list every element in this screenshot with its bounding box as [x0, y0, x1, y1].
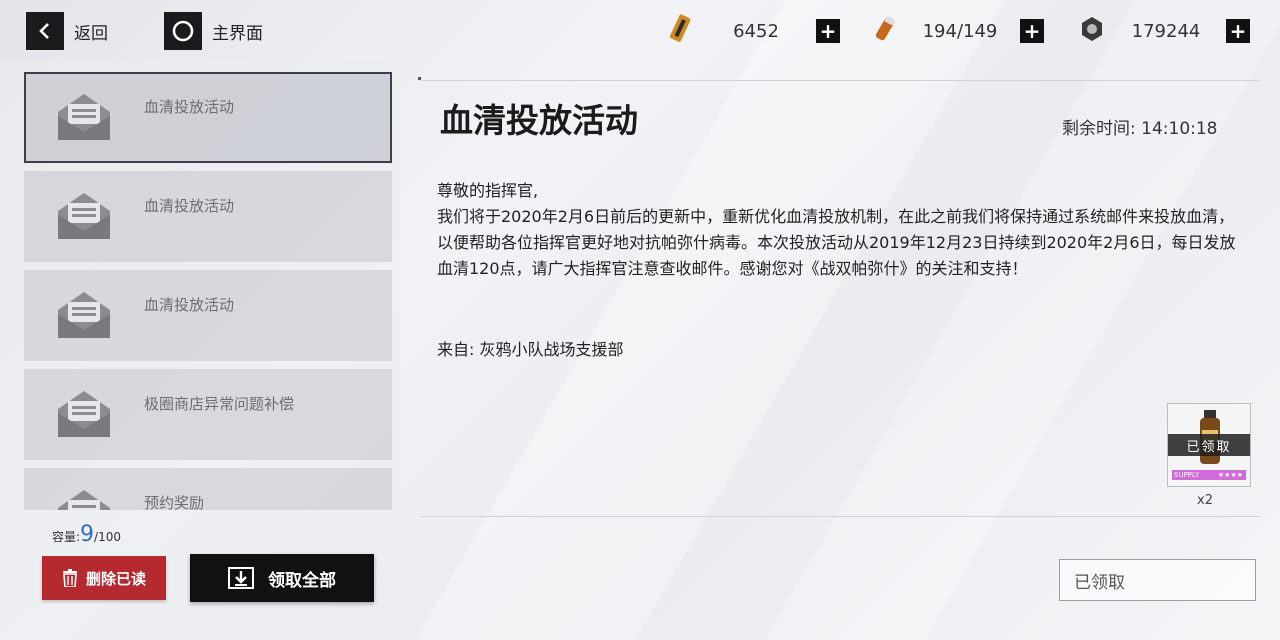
mail-item[interactable]: 极圈商店异常问题补偿	[24, 369, 392, 460]
capacity-count: 9	[80, 522, 95, 547]
ticket-icon	[668, 14, 696, 48]
envelope-open-icon	[56, 486, 112, 510]
mail-item-title: 血清投放活动	[144, 98, 235, 116]
mail-body: 尊敬的指挥官, 我们将于2020年2月6日前后的更新中，重新优化血清投放机制，在…	[437, 178, 1237, 282]
capacity-label: 容量:	[52, 530, 81, 544]
claim-all-label: 领取全部	[268, 570, 336, 591]
gear-coin-icon	[1078, 15, 1106, 47]
add-serum-button[interactable]: +	[1020, 19, 1044, 43]
divider-bottom	[420, 516, 1260, 517]
mail-item-title: 血清投放活动	[144, 296, 235, 314]
remaining-time: 剩余时间: 14:10:18	[1062, 114, 1218, 139]
envelope-open-icon	[56, 387, 112, 439]
claimed-button[interactable]: 已领取	[1059, 559, 1256, 601]
serum-icon	[872, 14, 900, 48]
remaining-label: 剩余时间:	[1062, 119, 1136, 139]
trash-icon	[62, 569, 78, 587]
serum-value: 194/149	[922, 20, 998, 42]
mail-list[interactable]: 血清投放活动 血清投放活动 血清投放活动 极圈商店异常问题补偿 预约奖励	[24, 72, 392, 510]
capacity-max: /100	[94, 530, 121, 544]
mail-item[interactable]: 预约奖励	[24, 468, 392, 510]
home-label: 主界面	[212, 23, 263, 44]
reward-count: x2	[1197, 493, 1213, 508]
coin-value: 179244	[1131, 20, 1201, 42]
mail-body-text: 我们将于2020年2月6日前后的更新中，重新优化血清投放机制，在此之前我们将保持…	[437, 207, 1236, 278]
mail-item-title: 血清投放活动	[144, 197, 235, 215]
envelope-open-icon	[56, 288, 112, 340]
divider-top	[420, 80, 1260, 81]
delete-read-label: 删除已读	[85, 569, 146, 588]
mail-item-title: 预约奖励	[144, 494, 205, 510]
currency-serum: 194/149 +	[872, 14, 1044, 48]
mail-title: 血清投放活动	[440, 101, 638, 140]
remaining-value: 14:10:18	[1141, 119, 1218, 139]
home-circle-icon	[164, 12, 202, 50]
mail-item[interactable]: 血清投放活动	[24, 171, 392, 262]
mail-item[interactable]: 血清投放活动	[24, 270, 392, 361]
envelope-open-icon	[56, 90, 112, 142]
mail-capacity: 容量:9/100	[52, 522, 121, 547]
claim-all-button[interactable]: 领取全部	[190, 554, 374, 602]
add-ticket-button[interactable]: +	[816, 19, 840, 43]
reward-stars: ★★★★	[1217, 471, 1243, 479]
home-button[interactable]: 主界面	[164, 12, 263, 50]
add-coin-button[interactable]: +	[1226, 19, 1250, 43]
mail-sender: 来自: 灰鸦小队战场支援部	[437, 340, 624, 359]
back-button[interactable]: 返回	[26, 12, 108, 50]
reward-band-text: SUPPLY	[1174, 471, 1200, 479]
reward-claimed-label: 已领取	[1168, 434, 1250, 456]
currency-coin: 179244 +	[1078, 14, 1250, 48]
ticket-value: 6452	[733, 20, 779, 42]
mail-item-selected[interactable]: 血清投放活动	[24, 72, 392, 163]
download-icon	[228, 567, 254, 589]
delete-read-button[interactable]: 删除已读	[42, 556, 166, 600]
chevron-left-icon	[26, 12, 64, 50]
reward-rarity-band: SUPPLY ★★★★	[1172, 470, 1246, 480]
currency-ticket: 6452 +	[668, 14, 840, 48]
mail-item-title: 极圈商店异常问题补偿	[144, 395, 295, 413]
reward-item[interactable]: 已领取 SUPPLY ★★★★	[1167, 403, 1251, 487]
mail-greeting: 尊敬的指挥官,	[437, 181, 539, 200]
back-label: 返回	[74, 23, 108, 44]
envelope-open-icon	[56, 189, 112, 241]
